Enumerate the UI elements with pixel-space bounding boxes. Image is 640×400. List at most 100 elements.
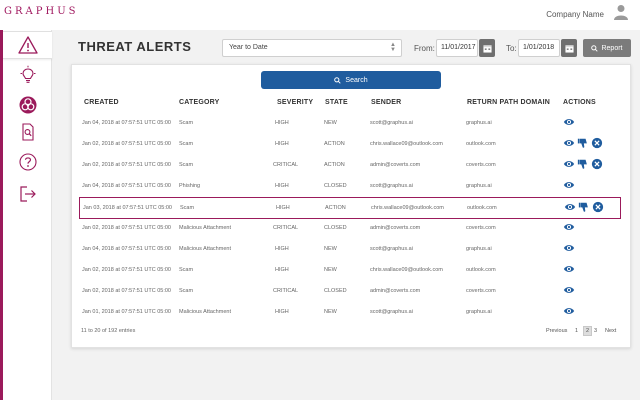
cell-category: Scam — [179, 288, 194, 294]
sidebar-item-reports[interactable] — [3, 118, 52, 146]
column-header-sender[interactable]: SENDER — [371, 99, 401, 106]
cell-domain: graphus.ai — [466, 246, 492, 252]
eye-icon[interactable] — [563, 137, 575, 149]
cell-created: Jan 02, 2018 at 07:57:51 UTC 05:00 — [82, 267, 171, 273]
company-name[interactable]: Company Name — [546, 10, 604, 19]
cell-created: Jan 04, 2018 at 07:57:51 UTC 05:00 — [82, 120, 171, 126]
table-row[interactable]: Jan 04, 2018 at 07:57:51 UTC 05:00 Phishi… — [79, 176, 621, 198]
sidebar-item-insights[interactable] — [3, 61, 52, 89]
cell-state: CLOSED — [324, 288, 347, 294]
select-arrows-icon: ▲ ▼ — [390, 42, 396, 53]
cell-category: Phishing — [179, 183, 201, 189]
pagination-page-2[interactable]: 2 — [583, 326, 593, 336]
pagination-previous[interactable]: Previous — [546, 328, 567, 334]
eye-icon[interactable] — [563, 179, 575, 191]
cell-sender: scott@graphus.ai — [370, 120, 413, 126]
row-actions — [563, 179, 575, 191]
table-row[interactable]: Jan 04, 2018 at 07:57:51 UTC 05:00 Malici… — [79, 239, 621, 261]
column-header-actions: ACTIONS — [563, 99, 596, 106]
cell-category: Malicious Attachment — [179, 246, 231, 252]
cell-domain: graphus.ai — [466, 309, 492, 315]
cell-severity: CRITICAL — [273, 162, 299, 168]
eye-icon[interactable] — [563, 221, 575, 233]
cell-category: Scam — [180, 205, 195, 211]
sidebar-item-threat-alerts[interactable] — [3, 31, 52, 59]
column-header-category[interactable]: CATEGORY — [179, 99, 220, 106]
from-calendar-button[interactable] — [479, 39, 495, 57]
cell-category: Malicious Attachment — [179, 309, 231, 315]
close-circle-icon[interactable] — [591, 137, 603, 149]
eye-icon[interactable] — [563, 116, 575, 128]
graphus-logo[interactable]: GRAPHUS — [4, 6, 78, 17]
cell-severity: HIGH — [275, 183, 289, 189]
to-label: To: — [506, 44, 517, 53]
column-header-created[interactable]: CREATED — [84, 99, 119, 106]
cell-domain: graphus.ai — [466, 120, 492, 126]
cell-domain: coverts.com — [466, 162, 496, 168]
column-header-state[interactable]: STATE — [325, 99, 348, 106]
eye-icon[interactable] — [563, 284, 575, 296]
logout-icon — [19, 186, 36, 202]
cell-state: ACTION — [325, 205, 346, 211]
thumbs-down-icon[interactable] — [577, 158, 589, 170]
column-header-severity[interactable]: SEVERITY — [277, 99, 313, 106]
cell-domain: coverts.com — [466, 225, 496, 231]
cell-created: Jan 02, 2018 at 07:57:51 UTC 05:00 — [82, 225, 171, 231]
cell-created: Jan 02, 2018 at 07:57:51 UTC 05:00 — [82, 288, 171, 294]
calendar-icon — [482, 44, 492, 53]
eye-icon[interactable] — [564, 201, 576, 213]
cell-state: NEW — [324, 267, 337, 273]
table-row[interactable]: Jan 01, 2018 at 07:57:51 UTC 05:00 Malici… — [79, 302, 621, 324]
pagination-page-3[interactable]: 3 — [594, 328, 597, 334]
table-row[interactable]: Jan 02, 2018 at 07:57:51 UTC 05:00 Scam CR… — [79, 281, 621, 303]
eye-icon[interactable] — [563, 305, 575, 317]
from-date-input[interactable]: 11/01/2017 — [436, 39, 478, 57]
to-date-input[interactable]: 1/01/2018 — [518, 39, 560, 57]
column-header-return-path-domain[interactable]: RETURN PATH DOMAIN — [467, 99, 550, 106]
table-row[interactable]: Jan 02, 2018 at 07:57:51 UTC 05:00 Scam HI… — [79, 260, 621, 282]
eye-icon[interactable] — [563, 158, 575, 170]
sidebar-item-logout[interactable] — [3, 180, 52, 208]
thumbs-down-icon[interactable] — [578, 201, 590, 213]
cell-created: Jan 02, 2018 at 07:57:51 UTC 05:00 — [82, 141, 171, 147]
cell-severity: HIGH — [276, 205, 290, 211]
cell-severity: HIGH — [275, 309, 289, 315]
cell-state: NEW — [324, 246, 337, 252]
sidebar-item-help[interactable] — [3, 148, 52, 176]
table-row[interactable]: Jan 02, 2018 at 07:57:51 UTC 05:00 Malici… — [79, 218, 621, 240]
thumbs-down-icon[interactable] — [577, 137, 589, 149]
report-button[interactable]: Report — [583, 39, 631, 57]
cell-state: CLOSED — [324, 225, 347, 231]
close-circle-icon[interactable] — [592, 201, 604, 213]
table-row[interactable]: Jan 02, 2018 at 07:57:51 UTC 05:00 Scam CR… — [79, 155, 621, 177]
table-row-selected[interactable]: Jan 03, 2018 at 07:57:51 UTC 05:00 Scam HI… — [79, 197, 621, 219]
cell-sender: chris.wallace09@outlook.com — [370, 141, 443, 147]
pagination-page-1[interactable]: 1 — [575, 328, 578, 334]
table-row[interactable]: Jan 04, 2018 at 07:57:51 UTC 05:00 Scam HI… — [79, 113, 621, 135]
cell-created: Jan 03, 2018 at 07:57:51 UTC 05:00 — [83, 205, 172, 211]
row-actions — [563, 116, 575, 128]
user-avatar-icon[interactable] — [614, 4, 628, 20]
cell-sender: chris.wallace09@outlook.com — [371, 205, 444, 211]
date-range-select[interactable]: Year to Date ▲ ▼ — [222, 39, 402, 57]
to-calendar-button[interactable] — [561, 39, 577, 57]
eye-icon[interactable] — [563, 263, 575, 275]
row-actions — [563, 263, 575, 275]
row-actions — [563, 284, 575, 296]
close-circle-icon[interactable] — [591, 158, 603, 170]
cell-state: CLOSED — [324, 183, 347, 189]
warning-icon — [17, 36, 38, 54]
cell-domain: outlook.com — [467, 205, 497, 211]
cell-category: Scam — [179, 141, 194, 147]
search-label: Search — [345, 76, 368, 84]
cell-created: Jan 04, 2018 at 07:57:51 UTC 05:00 — [82, 183, 171, 189]
pagination-next[interactable]: Next — [605, 328, 616, 334]
from-label: From: — [414, 44, 435, 53]
cell-domain: coverts.com — [466, 288, 496, 294]
table-row[interactable]: Jan 02, 2018 at 07:57:51 UTC 05:00 Scam HI… — [79, 134, 621, 156]
sidebar-item-biohazard[interactable] — [3, 91, 52, 119]
search-button[interactable]: Search — [261, 71, 441, 89]
eye-icon[interactable] — [563, 242, 575, 254]
date-range-value: Year to Date — [229, 44, 268, 51]
cell-category: Scam — [179, 120, 194, 126]
